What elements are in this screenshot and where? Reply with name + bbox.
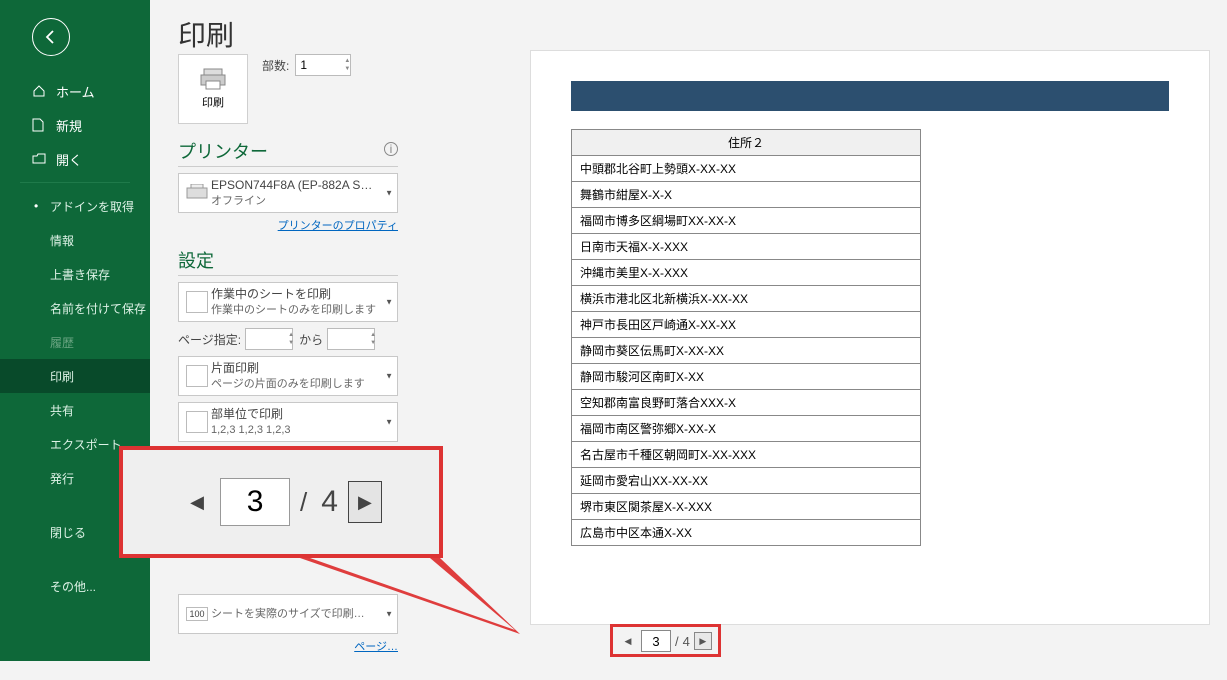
chevron-down-icon: ▼ [385, 418, 393, 427]
preview-cell: 舞鶴市紺屋X-X-X [572, 182, 921, 208]
preview-header: 住所２ [572, 130, 921, 156]
sidebar-saveas[interactable]: 名前を付けて保存 [0, 291, 150, 325]
sheet-grid-icon [183, 288, 211, 316]
setting-collate[interactable]: 部単位で印刷 1,2,3 1,2,3 1,2,3 ▼ [178, 402, 398, 442]
printer-device-icon [183, 179, 211, 207]
sidebar-share[interactable]: 共有 [0, 393, 150, 427]
arrow-left-icon [43, 29, 59, 45]
sidebar-open-label: 開く [56, 150, 82, 169]
setting-print-active-sheets[interactable]: 作業中のシートを印刷 作業中のシートのみを印刷します ▼ [178, 282, 398, 322]
preview-cell: 空知郡南富良野町落合XXX-X [572, 390, 921, 416]
copies-down[interactable]: ▼ [343, 65, 351, 73]
pager-current-magnified[interactable] [220, 478, 290, 526]
sidebar-getaddin[interactable]: アドインを取得 [0, 189, 150, 223]
pager-next-magnified[interactable]: ▶ [348, 481, 382, 523]
preview-cell: 広島市中区本通X-XX [572, 520, 921, 546]
chevron-down-icon: ▼ [385, 298, 393, 307]
sidebar-save[interactable]: 上書き保存 [0, 257, 150, 291]
preview-title-bar [571, 81, 1169, 111]
printer-section-label: プリンター i [178, 138, 398, 167]
preview-cell: 福岡市南区警弥郷X-XX-X [572, 416, 921, 442]
pager-next[interactable]: ▶ [694, 632, 712, 650]
preview-cell: 延岡市愛宕山XX-XX-XX [572, 468, 921, 494]
chevron-down-icon: ▼ [385, 372, 393, 381]
print-backstage: 印刷 印刷 部数: ▲▼ プリンター i [150, 0, 1227, 661]
sidebar-new[interactable]: 新規 [0, 108, 150, 142]
preview-cell: 名古屋市千種区朝岡町X-XX-XXX [572, 442, 921, 468]
preview-cell: 神戸市長田区戸崎通X-XX-XX [572, 312, 921, 338]
annotation-callout-magnified-pager: ◀ / 4 ▶ [119, 446, 443, 558]
print-button-label: 印刷 [202, 94, 224, 110]
print-preview: 住所２ 中頭郡北谷町上勢頭X-XX-XX舞鶴市紺屋X-X-X福岡市博多区綱場町X… [530, 50, 1210, 625]
chevron-down-icon: ▼ [385, 610, 393, 619]
sidebar-print[interactable]: 印刷 [0, 359, 150, 393]
sidebar-info[interactable]: 情報 [0, 223, 150, 257]
preview-cell: 日南市天福X-X-XXX [572, 234, 921, 260]
page-single-icon [183, 362, 211, 390]
scale-100-icon: 100 [183, 600, 211, 628]
sidebar-history: 履歴 [0, 325, 150, 359]
preview-cell: 堺市東区関茶屋X-X-XXX [572, 494, 921, 520]
printer-icon [199, 68, 227, 90]
page-range-label: ページ指定: [178, 331, 241, 348]
preview-cell: 静岡市葵区伝馬町X-XX-XX [572, 338, 921, 364]
printer-properties-link[interactable]: プリンターのプロパティ [178, 217, 398, 233]
page-from-input[interactable] [245, 328, 293, 350]
preview-table: 住所２ 中頭郡北谷町上勢頭X-XX-XX舞鶴市紺屋X-X-X福岡市博多区綱場町X… [571, 129, 921, 546]
printer-selector[interactable]: EPSON744F8A (EP-882A S… オフライン ▼ [178, 173, 398, 213]
preview-cell: 横浜市港北区北新横浜X-XX-XX [572, 286, 921, 312]
new-icon [32, 118, 48, 132]
home-icon [32, 84, 48, 98]
page-to-input[interactable] [327, 328, 375, 350]
back-button[interactable] [32, 18, 70, 56]
sidebar-new-label: 新規 [56, 116, 82, 135]
pager-prev[interactable]: ◀ [619, 632, 637, 650]
pager-total-magnified: 4 [321, 485, 338, 519]
preview-cell: 沖縄市美里X-X-XXX [572, 260, 921, 286]
preview-cell: 福岡市博多区綱場町XX-XX-X [572, 208, 921, 234]
annotation-highlight-small: ◀ / 4 ▶ [610, 624, 721, 657]
collate-icon [183, 408, 211, 436]
pager-current-input[interactable] [641, 630, 671, 652]
pager-total: 4 [683, 634, 690, 649]
folder-open-icon [32, 153, 48, 165]
sidebar-home-label: ホーム [56, 82, 95, 101]
copies-label: 部数: [262, 57, 289, 74]
sidebar-open[interactable]: 開く [0, 142, 150, 176]
chevron-down-icon: ▼ [385, 189, 393, 198]
setting-scaling[interactable]: 100 シートを実際のサイズで印刷… ▼ [178, 594, 398, 634]
printer-name: EPSON744F8A (EP-882A S… [211, 177, 391, 193]
backstage-sidebar: ホーム 新規 開く アドインを取得 情報 上書き保存 名前を付けて保存 履歴 印… [0, 0, 150, 661]
page-setup-link[interactable]: ページ… [178, 638, 398, 654]
sidebar-other[interactable]: その他... [0, 569, 150, 603]
settings-section-label: 設定 [178, 247, 398, 276]
printer-status: オフライン [211, 194, 391, 209]
setting-duplex[interactable]: 片面印刷 ページの片面のみを印刷します ▼ [178, 356, 398, 396]
sidebar-home[interactable]: ホーム [0, 74, 150, 108]
info-icon[interactable]: i [384, 142, 398, 156]
print-button[interactable]: 印刷 [178, 54, 248, 124]
preview-cell: 中頭郡北谷町上勢頭X-XX-XX [572, 156, 921, 182]
pager-prev-magnified[interactable]: ◀ [180, 481, 214, 523]
copies-up[interactable]: ▲ [343, 57, 351, 65]
preview-cell: 静岡市駿河区南町X-XX [572, 364, 921, 390]
